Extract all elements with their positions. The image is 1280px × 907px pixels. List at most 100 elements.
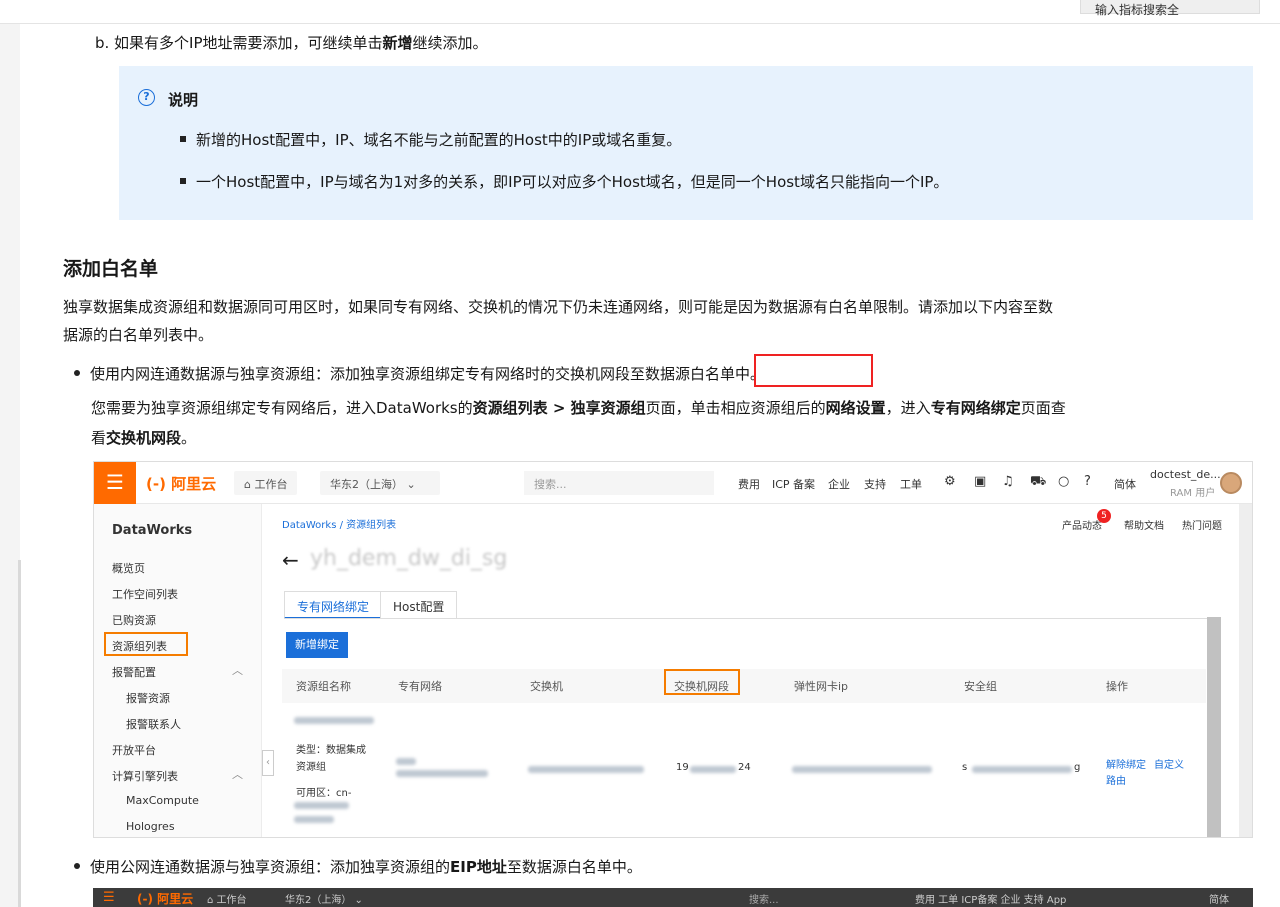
sidebar-title: DataWorks	[112, 523, 193, 538]
col-security-group: 安全组	[964, 680, 997, 693]
tab-vpc-binding[interactable]: 专有网络绑定	[284, 591, 383, 619]
link-help-docs[interactable]: 帮助文档	[1124, 517, 1164, 532]
menu-icon[interactable]: ☰	[94, 462, 136, 504]
tab-host-config[interactable]: Host配置	[380, 591, 458, 619]
col-vswitch: 交换机	[530, 680, 563, 693]
detail-bold: 交换机网段	[106, 429, 182, 447]
row-type: 类型：数据集成	[296, 745, 366, 756]
doc-page: { "top_button":{"label":"输入指标搜索全"}, "ste…	[0, 0, 1280, 907]
custom-route-link[interactable]: 自定义	[1154, 756, 1184, 771]
menu-icon[interactable]: ☰	[103, 890, 115, 905]
highlight-box	[754, 354, 873, 387]
breadcrumb[interactable]: DataWorks / 资源组列表	[282, 516, 396, 531]
console-screenshot-2: ☰ (-) 阿里云 ⌂ 工作台 华东2（上海） ⌄ 搜索... 费用 工单 IC…	[93, 888, 1253, 907]
cart-icon[interactable]: ⛟	[1030, 474, 1046, 491]
table-scrollbar[interactable]	[1207, 617, 1221, 837]
add-binding-button[interactable]: 新增绑定	[286, 632, 348, 658]
bullet-public-bold: EIP地址	[450, 858, 507, 876]
sidebar-item-purchased[interactable]: 已购资源	[112, 612, 156, 628]
bulb-icon[interactable]: ○	[1058, 474, 1069, 489]
detail-text: 看	[91, 429, 107, 447]
avatar[interactable]	[1220, 472, 1242, 494]
nav-support[interactable]: 支持	[864, 476, 886, 492]
highlight-box	[104, 632, 188, 656]
workbench-link[interactable]: ⌂ 工作台	[234, 471, 298, 495]
nav-enterprise[interactable]: 企业	[828, 476, 850, 492]
redacted-sg	[972, 766, 1072, 773]
detail-bold: 网络设置	[825, 399, 886, 417]
detail-text: 您需要为独享资源组绑定专有网络后，进入DataWorks的	[91, 399, 473, 417]
redacted-zone	[294, 802, 349, 809]
lang-switch[interactable]: 简体	[1114, 476, 1136, 492]
sidebar-item-alarm-contact[interactable]: 报警联系人	[126, 716, 181, 732]
tab-divider	[284, 618, 1209, 619]
note-title: 说明	[168, 91, 199, 109]
link-hot-questions[interactable]: 热门问题	[1182, 517, 1222, 532]
code-icon[interactable]: ⚙	[944, 474, 956, 489]
nav-fee[interactable]: 费用	[738, 476, 760, 492]
custom-route-link-2[interactable]: 路由	[1106, 772, 1126, 787]
col-eni-ip: 弹性网卡ip	[794, 680, 849, 693]
workbench-link[interactable]: ⌂ 工作台	[207, 891, 247, 906]
nav-icp[interactable]: ICP 备案	[772, 476, 815, 492]
bell-icon[interactable]: ♫	[1002, 474, 1014, 489]
redacted-zone	[294, 816, 334, 823]
sidebar-item-workspaces[interactable]: 工作空间列表	[112, 586, 178, 602]
lang-switch[interactable]: 简体	[1209, 891, 1229, 906]
user-name[interactable]: doctest_de...	[1150, 468, 1221, 481]
section-title: 添加白名单	[63, 258, 159, 280]
bullet-internal: 使用内网连通数据源与独享资源组：添加独享资源组绑定专有网络时的交换机网段至数据源…	[74, 363, 765, 384]
sidebar-item-hologres[interactable]: Hologres	[126, 820, 175, 833]
console-search-input[interactable]: 搜索...	[749, 891, 779, 906]
col-vpc: 专有网络	[398, 680, 442, 693]
sidebar-item-open-platform[interactable]: 开放平台	[112, 742, 156, 758]
detail-text: ，进入	[885, 399, 931, 417]
unbind-link[interactable]: 解除绑定	[1106, 756, 1146, 771]
top-search-button[interactable]: 输入指标搜索全	[1080, 0, 1260, 17]
help-circle-icon[interactable]: ?	[1084, 474, 1091, 489]
note-item: 一个Host配置中，IP与域名为1对多的关系，即IP可以对应多个Host域名，但…	[180, 171, 948, 192]
note-item-text: 新增的Host配置中，IP、域名不能与之前配置的Host中的IP或域名重复。	[196, 131, 682, 149]
sidebar-item-overview[interactable]: 概览页	[112, 560, 145, 576]
col-actions: 操作	[1106, 680, 1128, 693]
region-select[interactable]: 华东2（上海） ⌄	[320, 471, 440, 495]
bullet-public-text: 使用公网连通数据源与独享资源组：添加独享资源组的	[90, 858, 451, 876]
highlight-box	[664, 669, 740, 695]
nav-links[interactable]: 费用 工单 ICP备案 企业 支持 App	[915, 891, 1066, 906]
sidebar-item-maxcompute[interactable]: MaxCompute	[126, 794, 199, 807]
detail-text: 。	[181, 429, 197, 447]
row-sg-a: s	[962, 762, 968, 773]
detail-text: 页面查	[1020, 399, 1066, 417]
console-topbar: ☰ (-) 阿里云 ⌂ 工作台 华东2（上海） ⌄ 搜索... 费用 ICP 备…	[94, 462, 1252, 504]
link-product-news[interactable]: 产品动态	[1062, 517, 1102, 532]
redacted-eni	[792, 766, 932, 773]
terminal-icon[interactable]: ▣	[974, 474, 986, 489]
redacted-name	[294, 717, 374, 724]
region-select[interactable]: 华东2（上海） ⌄	[285, 891, 363, 906]
row-sg-b: g	[1074, 762, 1081, 773]
row-zone: 可用区：cn-	[296, 788, 352, 799]
section-para-1: 独享数据集成资源组和数据源同可用区时，如果同专有网络、交换机的情况下仍未连通网络…	[63, 298, 1054, 316]
sidebar-item-alarm[interactable]: 报警配置	[112, 664, 156, 680]
row-cidr-a: 19	[676, 762, 689, 773]
chevron-up-icon[interactable]: ︿	[232, 766, 243, 782]
console-sidebar: DataWorks 概览页 工作空间列表 已购资源 资源组列表 报警配置 ︿ 报…	[94, 504, 262, 837]
aliyun-logo[interactable]: (-) 阿里云	[137, 890, 193, 907]
redacted-vpc	[396, 770, 488, 777]
bullet-public-text: 至数据源白名单中。	[506, 858, 642, 876]
detail-bold: 专有网络绑定	[930, 399, 1021, 417]
sidebar-collapse-button[interactable]: ‹	[262, 750, 274, 776]
bullet-internal-detail: 您需要为独享资源组绑定专有网络后，进入DataWorks的资源组列表 > 独享资…	[91, 397, 1066, 418]
sidebar-item-alarm-resource[interactable]: 报警资源	[126, 690, 170, 706]
aliyun-logo[interactable]: (-) 阿里云	[146, 473, 216, 494]
console-search-input[interactable]: 搜索...	[524, 471, 714, 495]
user-role: RAM 用户	[1170, 488, 1216, 499]
note-item-text: 一个Host配置中，IP与域名为1对多的关系，即IP可以对应多个Host域名，但…	[196, 173, 949, 191]
sidebar-item-compute[interactable]: 计算引擎列表	[112, 768, 178, 784]
step-b-suffix: 继续添加。	[412, 34, 488, 52]
bullet-internal-text: 使用内网连通数据源与独享资源组：添加独享资源组绑定专有网络时的交换机网段至数据源…	[90, 365, 766, 383]
chevron-up-icon[interactable]: ︿	[232, 662, 243, 678]
page-scrollbar[interactable]	[1239, 504, 1252, 837]
back-arrow-icon[interactable]: ←	[282, 548, 299, 572]
nav-ticket[interactable]: 工单	[900, 476, 922, 492]
